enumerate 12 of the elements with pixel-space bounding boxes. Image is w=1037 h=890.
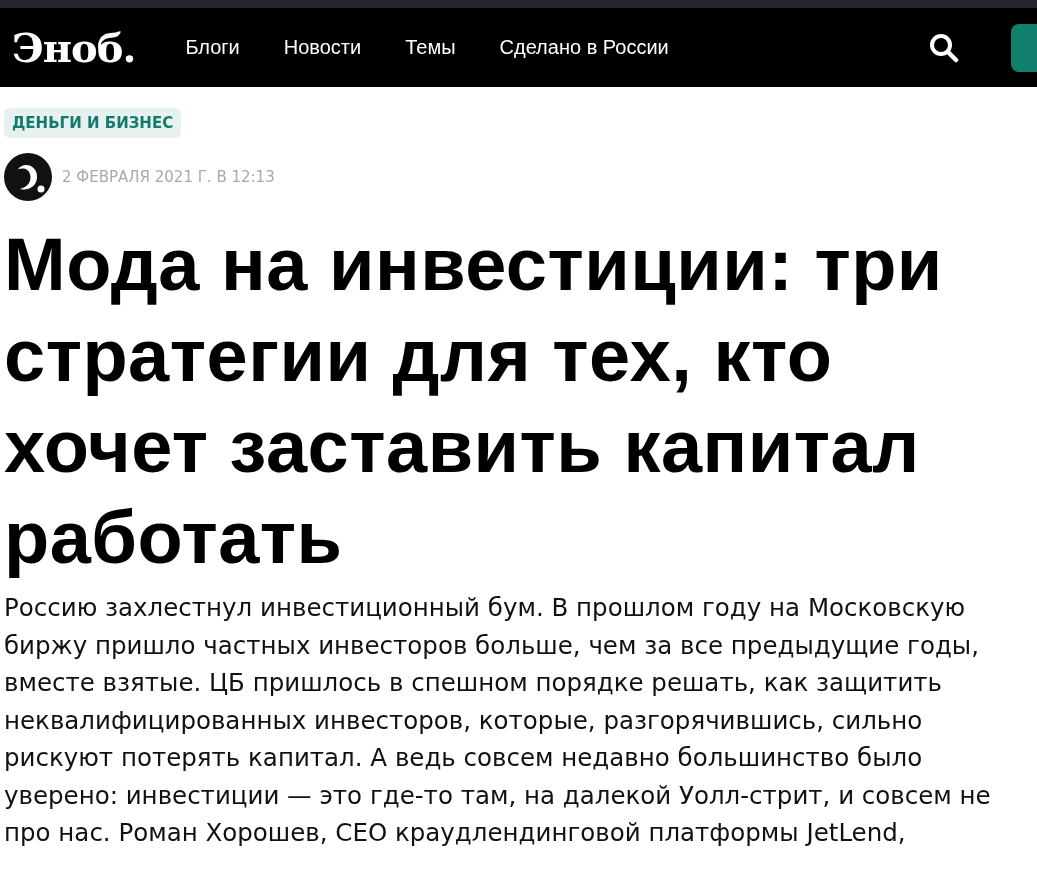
nav-link[interactable]: Темы xyxy=(405,36,456,59)
nav-link[interactable]: Блоги xyxy=(185,36,240,59)
publish-date: 2 ФЕВРАЛЯ 2021 Г. В 12:13 xyxy=(62,168,275,186)
search-icon[interactable] xyxy=(929,32,959,63)
article-lead: Россию захлестнул инвестиционный бум. В прошлом году на Московскую биржу пришло частных инвесторов больше, чем за все предыдущие годы, вместе взятые. ЦБ пришлось в спешном порядке решать, как защитить неквалифицированных инвесторов, которые, разгорячившись, сильно рискуют потерять капитал. А ведь совсем недавно большинство было уверено: инвестиции — это где-то там, на далекой Уолл-стрит, и совсем не про нас. Роман Хорошев, CEO краудлендинговой платформы JetLend, xyxy=(4,592,992,849)
nav-link[interactable]: Новости xyxy=(283,36,362,59)
header-button[interactable] xyxy=(1011,23,1037,72)
rubric-tag[interactable]: ДЕНЬГИ И БИЗНЕС xyxy=(4,108,182,138)
nav-link[interactable]: Сделано в России xyxy=(499,36,669,59)
author-avatar-icon xyxy=(4,153,52,201)
site-logo[interactable]: Эноб. xyxy=(12,24,136,71)
article-title: Мода на инвестиции: три стратегии для тех, кто хочет заставить капитал работать xyxy=(4,222,944,581)
